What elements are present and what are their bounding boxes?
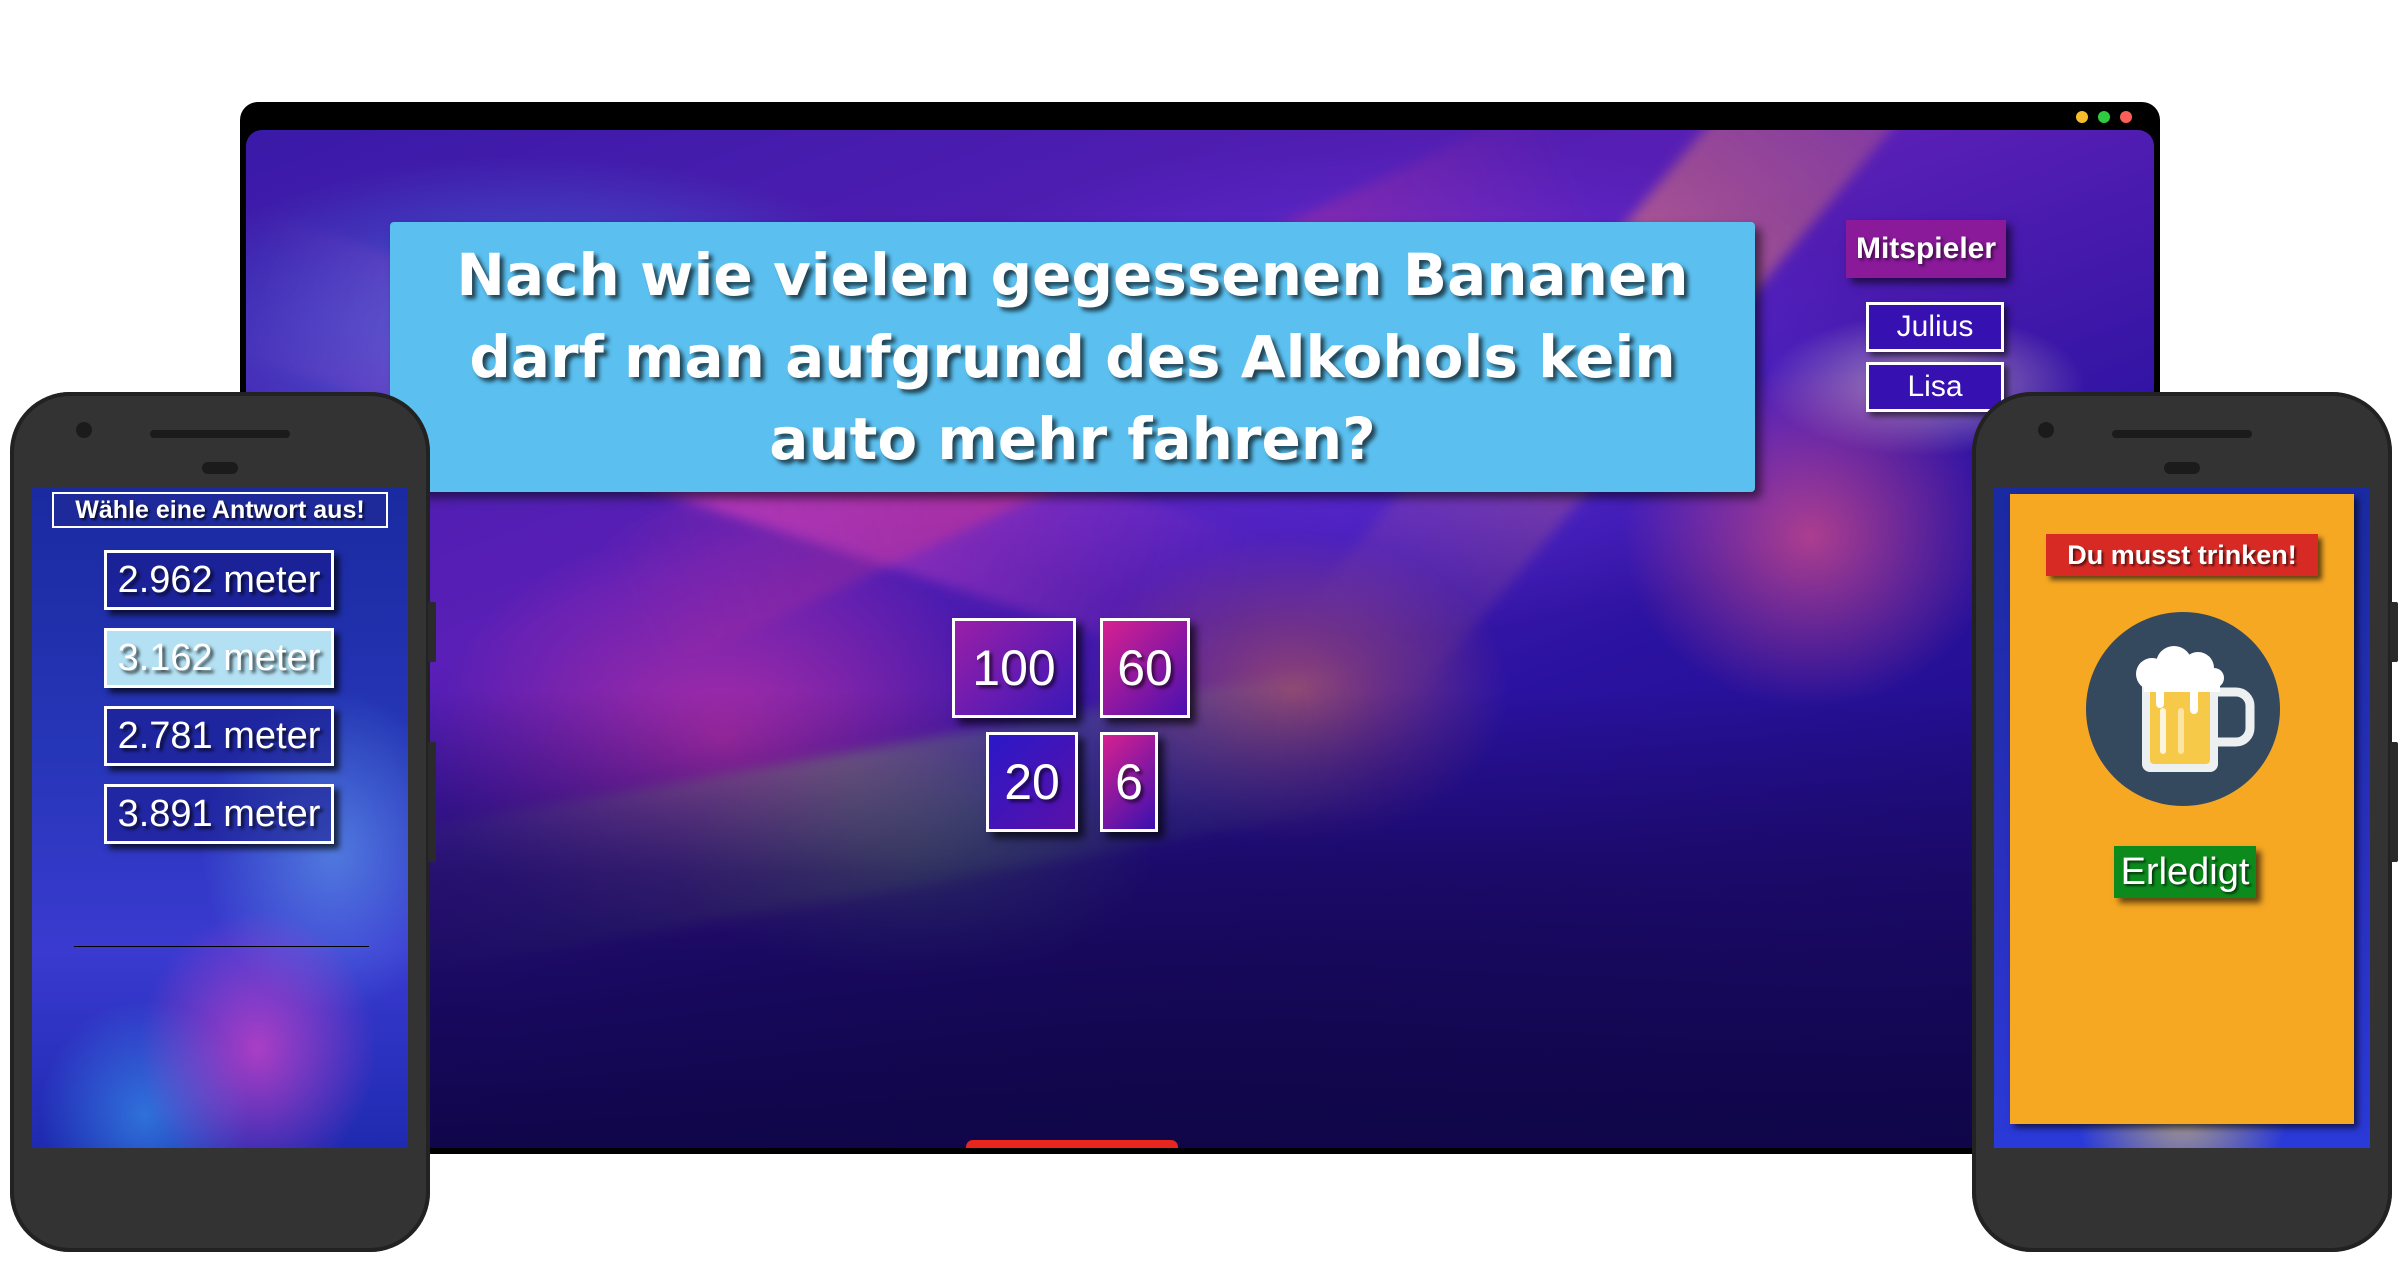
window-controls (2076, 111, 2132, 123)
left-phone-screen: Wähle eine Antwort aus! 2.962 meter 3.16… (32, 488, 408, 1148)
right-phone-screen: Du musst trinken! Erledigt (1994, 488, 2370, 1148)
laptop-frame: Nach wie vielen gegessenen Bananen darf … (240, 102, 2160, 1154)
window-dot-green[interactable] (2098, 111, 2110, 123)
answer-option[interactable]: 20 (986, 732, 1078, 832)
choose-answer-label: Wähle eine Antwort aus! (52, 492, 388, 528)
answer-option-3[interactable]: 2.781 meter (104, 706, 334, 766)
window-dot-yellow[interactable] (2076, 111, 2088, 123)
phone-camera (2038, 422, 2054, 438)
phone-sensor (202, 462, 238, 474)
players-title: Mitspieler (1846, 220, 2006, 278)
beer-icon-circle (2086, 612, 2280, 806)
done-button[interactable]: Erledigt (2114, 846, 2256, 898)
answer-option[interactable]: 6 (1100, 732, 1158, 832)
laptop-screen: Nach wie vielen gegessenen Bananen darf … (246, 130, 2154, 1148)
must-drink-title: Du musst trinken! (2046, 534, 2318, 576)
answer-option[interactable]: 60 (1100, 618, 1190, 718)
timer-bar (966, 1140, 1178, 1148)
right-phone: Du musst trinken! Erledigt (1972, 392, 2398, 1252)
divider (74, 946, 369, 947)
answer-option-1[interactable]: 2.962 meter (104, 550, 334, 610)
question-text: Nach wie vielen gegessenen Bananen darf … (390, 222, 1755, 492)
answer-option-4[interactable]: 3.891 meter (104, 784, 334, 844)
phone-sensor (2164, 462, 2200, 474)
player-julius[interactable]: Julius (1866, 302, 2004, 352)
window-dot-red[interactable] (2120, 111, 2132, 123)
phone-camera (76, 422, 92, 438)
player-lisa[interactable]: Lisa (1866, 362, 2004, 412)
beer-mug-icon (2136, 646, 2255, 772)
drink-card: Du musst trinken! Erledigt (2010, 494, 2354, 1124)
left-phone: Wähle eine Antwort aus! 2.962 meter 3.16… (10, 392, 436, 1252)
phone-speaker (2112, 430, 2252, 438)
phone-speaker (150, 430, 290, 438)
answer-option[interactable]: 100 (952, 618, 1076, 718)
answer-option-2[interactable]: 3.162 meter (104, 628, 334, 688)
